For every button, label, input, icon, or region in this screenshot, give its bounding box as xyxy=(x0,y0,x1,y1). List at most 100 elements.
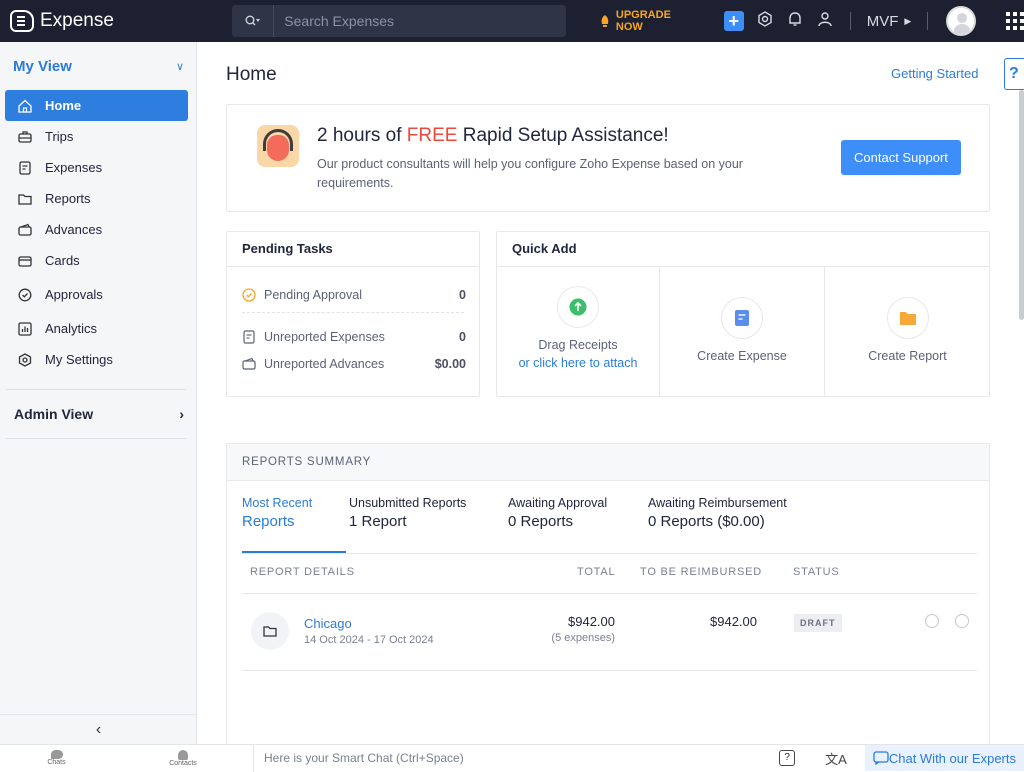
separator xyxy=(927,12,929,30)
create-expense-button[interactable]: Create Expense xyxy=(660,267,825,397)
avatar[interactable] xyxy=(946,6,976,36)
collapse-sidebar-button[interactable]: ‹ xyxy=(0,714,197,744)
sidebar: My View ∨ Home Trips Expenses Reports Ad… xyxy=(0,42,197,744)
tab-value: 0 Reports ($0.00) xyxy=(648,513,765,530)
search-input[interactable] xyxy=(274,13,567,29)
pending-approval-row[interactable]: Pending Approval 0 xyxy=(242,288,466,302)
divider xyxy=(242,553,977,554)
page-title: Home xyxy=(226,64,277,85)
report-expense-count: (5 expenses) xyxy=(551,632,615,644)
folder-icon xyxy=(899,312,916,325)
caret-right-icon: ▶ xyxy=(904,15,912,26)
wallet-icon xyxy=(242,357,256,371)
create-report-button[interactable]: Create Report xyxy=(825,267,990,397)
divider xyxy=(242,593,977,594)
sidebar-item-label: Trips xyxy=(45,129,74,144)
report-name[interactable]: Chicago xyxy=(304,616,352,631)
sidebar-item-trips[interactable]: Trips xyxy=(5,121,188,152)
chevron-down-icon: ∨ xyxy=(175,60,184,73)
sidebar-item-approvals[interactable]: Approvals xyxy=(5,279,188,310)
active-tab-indicator xyxy=(242,551,346,553)
sidebar-item-label: Home xyxy=(45,98,82,113)
main-content: Home Getting Started ? 2 hours of FREE R… xyxy=(198,42,1024,763)
sidebar-item-expenses[interactable]: Expenses xyxy=(5,152,188,183)
tab-most-recent[interactable]: Most Recent Reports xyxy=(242,496,312,530)
brand[interactable]: Expense xyxy=(10,10,222,32)
apps-grid-icon[interactable] xyxy=(1006,12,1024,30)
contact-support-button[interactable]: Contact Support xyxy=(841,140,961,175)
brand-name: Expense xyxy=(40,10,114,31)
tab-label: Unsubmitted Reports xyxy=(349,496,467,510)
notification-bell-icon[interactable] xyxy=(786,11,804,31)
search-icon xyxy=(245,15,260,26)
column-header-total: TOTAL xyxy=(577,566,616,578)
add-new-button[interactable]: + xyxy=(723,11,744,31)
chevron-right-icon: › xyxy=(179,406,184,422)
sidebar-item-home[interactable]: Home xyxy=(5,90,188,121)
tab-awaiting-approval[interactable]: Awaiting Approval 0 Reports xyxy=(508,496,607,530)
sidebar-item-reports[interactable]: Reports xyxy=(5,183,188,214)
sidebar-item-cards[interactable]: Cards xyxy=(5,245,188,276)
help-button[interactable]: ? xyxy=(1004,58,1024,90)
smart-chat-input[interactable]: Here is your Smart Chat (Ctrl+Space) xyxy=(254,751,779,765)
unreported-advances-label: Unreported Advances xyxy=(264,357,385,371)
promo-text: Our product consultants will help you co… xyxy=(317,157,743,190)
separator xyxy=(849,12,851,30)
org-switcher[interactable]: MVF ▶ xyxy=(867,13,912,30)
sidebar-item-label: Expenses xyxy=(45,160,103,175)
report-dates: 14 Oct 2024 - 17 Oct 2024 xyxy=(304,634,434,646)
card-icon xyxy=(17,253,33,269)
chats-tab[interactable]: Chats xyxy=(0,750,113,766)
sidebar-item-analytics[interactable]: Analytics xyxy=(5,313,188,344)
unreported-expenses-row[interactable]: Unreported Expenses 0 xyxy=(242,330,466,344)
my-view-label: My View xyxy=(13,57,72,75)
sidebar-item-label: Advances xyxy=(45,222,103,237)
column-header-status: STATUS xyxy=(793,566,840,578)
chart-icon xyxy=(17,321,33,337)
quick-add-title: Quick Add xyxy=(497,232,989,267)
help-icon[interactable]: ? xyxy=(779,750,796,766)
drag-receipts-zone[interactable]: Drag Receipts or click here to attach xyxy=(497,267,660,397)
translate-icon[interactable]: 文A xyxy=(825,749,847,768)
org-label: MVF xyxy=(866,12,899,30)
chats-label: Chats xyxy=(47,759,66,766)
tab-awaiting-reimbursement[interactable]: Awaiting Reimbursement 0 Reports ($0.00) xyxy=(648,496,787,530)
tab-label: Awaiting Reimbursement xyxy=(648,496,787,510)
getting-started-link[interactable]: Getting Started xyxy=(891,66,978,81)
tab-value: 0 Reports xyxy=(508,513,574,530)
users-icon[interactable] xyxy=(816,11,834,31)
my-view-header[interactable]: My View ∨ xyxy=(0,42,196,90)
support-agent-icon xyxy=(257,125,299,167)
warning-icon[interactable] xyxy=(925,614,939,628)
wallet-icon xyxy=(17,222,33,238)
sidebar-item-label: Approvals xyxy=(45,287,103,302)
gear-icon xyxy=(17,352,33,368)
attach-link[interactable]: or click here to attach xyxy=(519,356,638,370)
search-filter-button[interactable] xyxy=(232,5,275,37)
expense-logo-icon xyxy=(10,10,34,32)
sidebar-item-label: My Settings xyxy=(45,352,113,367)
chevron-left-icon: ‹ xyxy=(95,720,102,738)
scrollbar[interactable] xyxy=(1019,90,1024,320)
tab-unsubmitted-reports[interactable]: Unsubmitted Reports 1 Report xyxy=(349,496,466,530)
chat-with-experts-button[interactable]: Chat With our Experts xyxy=(864,745,1024,771)
admin-view-header[interactable]: Admin View › xyxy=(0,390,196,438)
chat-bubble-icon xyxy=(50,750,63,759)
upload-icon xyxy=(569,298,587,316)
unreported-advances-row[interactable]: Unreported Advances $0.00 xyxy=(242,357,466,371)
pending-tasks-title: Pending Tasks xyxy=(227,232,479,267)
upgrade-button[interactable]: UPGRADE NOW xyxy=(600,9,700,33)
bell-upgrade-icon xyxy=(601,15,609,27)
reports-summary-card: REPORTS SUMMARY Most Recent Reports Unsu… xyxy=(226,443,990,763)
pending-approval-label: Pending Approval xyxy=(264,288,362,302)
folder-icon xyxy=(17,191,33,207)
expense-icon xyxy=(735,310,749,326)
sidebar-item-advances[interactable]: Advances xyxy=(5,214,188,245)
sidebar-item-my-settings[interactable]: My Settings xyxy=(5,344,188,375)
contacts-tab[interactable]: Contacts xyxy=(113,749,253,767)
comment-icon[interactable] xyxy=(955,614,969,628)
upload-circle xyxy=(557,286,599,328)
settings-icon[interactable] xyxy=(756,11,774,31)
person-icon xyxy=(178,749,188,760)
status-badge: DRAFT xyxy=(794,614,842,632)
